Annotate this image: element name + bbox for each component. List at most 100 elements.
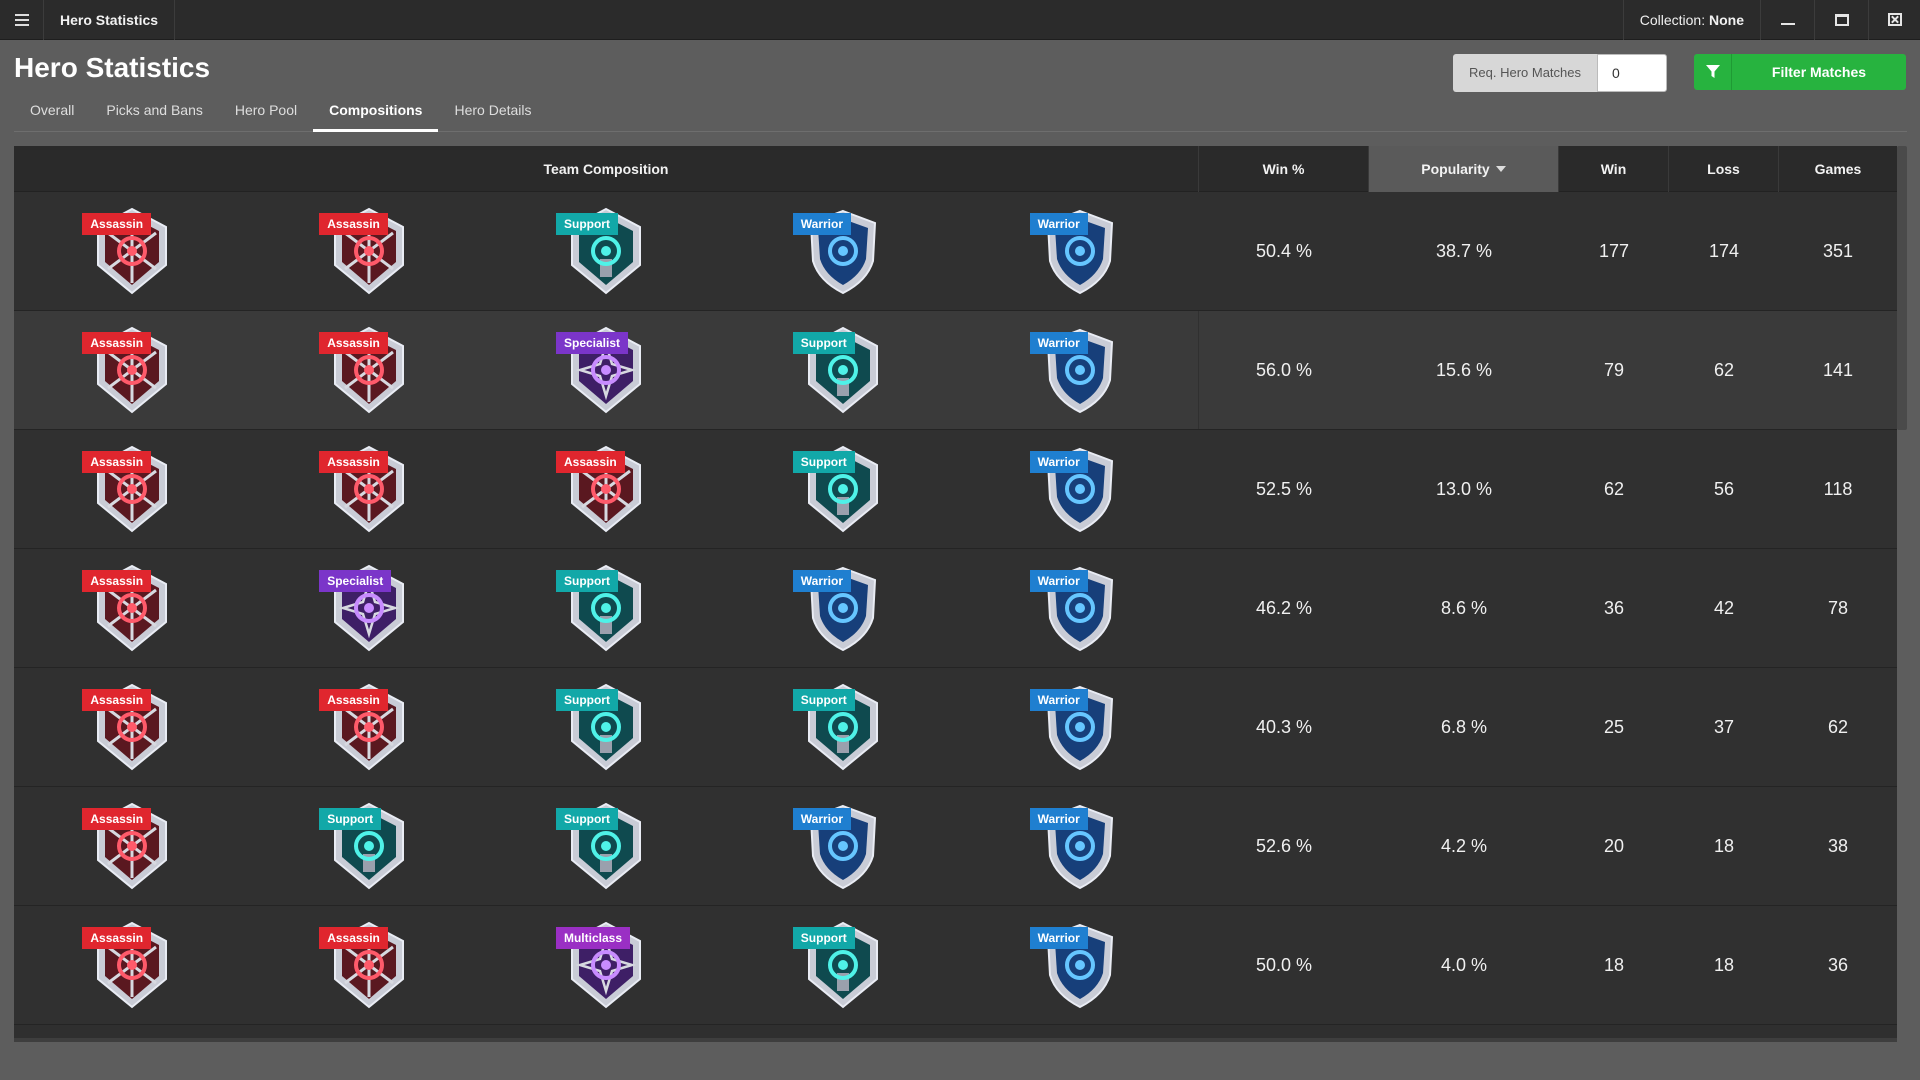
warrior-crest-icon: Warrior: [1029, 796, 1130, 896]
assassin-crest-icon: Assassin: [82, 677, 182, 777]
menu-icon[interactable]: [0, 0, 44, 40]
win-pct-cell: 46.2 %: [1255, 597, 1313, 618]
support-crest-icon: Support: [319, 796, 419, 896]
assassin-crest-icon: Assassin: [82, 320, 182, 420]
req-hero-matches-group: Req. Hero Matches: [1453, 54, 1667, 92]
role-slot: Support: [724, 430, 961, 548]
warrior-crest-icon: Warrior: [1029, 439, 1130, 539]
games-cell: 351: [1822, 240, 1854, 261]
specialist-crest-icon: Specialist: [555, 320, 656, 420]
filter-matches-button[interactable]: Filter Matches: [1694, 54, 1906, 90]
role-slot: Assassin: [251, 192, 488, 310]
warrior-crest-icon: Warrior: [1029, 677, 1130, 777]
minimize-button[interactable]: [1761, 0, 1815, 40]
loss-cell: 37: [1713, 716, 1735, 737]
team-composition-cell: Assassin Assassin Multiclass Support Warrior: [14, 906, 1199, 1024]
games-cell: 36: [1827, 954, 1849, 975]
req-hero-matches-input[interactable]: [1597, 54, 1667, 92]
role-tag: Support: [792, 451, 855, 473]
role-tag: Warrior: [792, 213, 852, 235]
role-slot: Warrior: [961, 192, 1198, 310]
role-tag: Assassin: [555, 451, 625, 473]
assassin-crest-icon: Assassin: [82, 558, 182, 658]
games-cell: 118: [1823, 478, 1853, 499]
role-slot: Support: [251, 787, 488, 905]
team-composition-cell: Assassin Support Support Warrior Warrior: [14, 787, 1199, 905]
loss-cell: 18: [1713, 835, 1735, 856]
role-tag: Assassin: [82, 451, 152, 473]
support-crest-icon: Support: [555, 796, 656, 896]
table-row[interactable]: Assassin Assassin Multiclass Support Warrior…: [14, 906, 1897, 1025]
multiclass-crest-icon: Multiclass: [555, 915, 656, 1015]
assassin-crest-icon: Assassin: [319, 915, 419, 1015]
maximize-button[interactable]: [1815, 0, 1869, 40]
win-pct-cell: 52.5 %: [1255, 478, 1313, 499]
popularity-cell: 38.7 %: [1435, 240, 1493, 261]
support-crest-icon: Support: [555, 677, 656, 777]
filter-matches-label: Filter Matches: [1771, 64, 1867, 80]
role-slot: Support: [724, 668, 961, 786]
role-tag: Support: [792, 332, 855, 354]
role-slot: Warrior: [724, 787, 961, 905]
col-win[interactable]: Win: [1559, 146, 1669, 192]
role-slot: Warrior: [961, 906, 1198, 1024]
role-slot: Warrior: [724, 549, 961, 667]
role-tag: Assassin: [319, 451, 388, 473]
support-crest-icon: Support: [555, 201, 656, 301]
role-tag: Warrior: [792, 570, 852, 592]
role-slot: Assassin: [14, 787, 251, 905]
maximize-icon: [1834, 13, 1849, 26]
table-row[interactable]: Assassin Assassin Support Support Warrior 40.…: [14, 668, 1897, 787]
collection-label: Collection:: [1639, 11, 1706, 28]
table-header: Team Composition Win % Popularity Win Lo…: [14, 146, 1897, 192]
role-tag: Specialist: [319, 570, 392, 592]
support-crest-icon: Support: [792, 439, 893, 539]
popularity-cell: 4.0 %: [1440, 954, 1488, 975]
table-row[interactable]: Assassin Assassin Specialist Support Warrior…: [14, 311, 1897, 430]
role-tag: Assassin: [82, 570, 152, 592]
tab-overall[interactable]: Overall: [14, 96, 90, 132]
tab-hero-details[interactable]: Hero Details: [438, 96, 547, 132]
loss-cell: 42: [1713, 597, 1735, 618]
warrior-crest-icon: Warrior: [792, 796, 893, 896]
compositions-table: Team Composition Win % Popularity Win Lo…: [14, 146, 1897, 1038]
role-tag: Warrior: [1029, 570, 1088, 592]
table-scrollbar[interactable]: [1897, 146, 1907, 430]
table-row[interactable]: Assassin Support Support Warrior Warrior 52.6…: [14, 787, 1897, 906]
tab-compositions[interactable]: Compositions: [313, 96, 439, 132]
role-slot: Warrior: [724, 192, 961, 310]
role-tag: Assassin: [82, 927, 152, 949]
tab-hero-pool[interactable]: Hero Pool: [219, 96, 313, 132]
table-row[interactable]: Assassin Specialist Support Warrior Warrior 4…: [14, 549, 1897, 668]
col-win-pct[interactable]: Win %: [1199, 146, 1369, 192]
role-slot: Warrior: [961, 787, 1198, 905]
role-tag: Assassin: [319, 927, 388, 949]
win-cell: 25: [1603, 716, 1625, 737]
tab-picks-and-bans[interactable]: Picks and Bans: [90, 96, 219, 132]
collection-selector[interactable]: Collection: None: [1622, 0, 1761, 40]
app-title: Hero Statistics: [44, 0, 176, 40]
table-row[interactable]: Assassin Assassin Support Warrior Warrior 50.…: [14, 192, 1897, 311]
req-hero-matches-label: Req. Hero Matches: [1453, 54, 1597, 92]
assassin-crest-icon: Assassin: [82, 201, 182, 301]
assassin-crest-icon: Assassin: [319, 201, 419, 301]
loss-cell: 18: [1713, 954, 1735, 975]
role-slot: Support: [488, 192, 725, 310]
table-row[interactable]: Assassin Assassin Assassin Support Warrior 52…: [14, 430, 1897, 549]
assassin-crest-icon: Assassin: [319, 677, 419, 777]
role-tag: Specialist: [555, 332, 629, 354]
win-pct-cell: 50.0 %: [1255, 954, 1313, 975]
role-tag: Warrior: [1029, 927, 1088, 949]
col-popularity[interactable]: Popularity: [1369, 146, 1559, 192]
assassin-crest-icon: Assassin: [82, 796, 182, 896]
col-games[interactable]: Games: [1779, 146, 1897, 192]
col-loss[interactable]: Loss: [1669, 146, 1779, 192]
col-team-composition[interactable]: Team Composition: [14, 146, 1199, 192]
close-button[interactable]: [1869, 0, 1920, 40]
sort-desc-icon: [1495, 166, 1506, 172]
title-bar: Hero Statistics Collection: None: [0, 0, 1920, 40]
role-tag: Support: [555, 808, 618, 830]
loss-cell: 56: [1713, 478, 1735, 499]
role-slot: Support: [724, 906, 961, 1024]
role-slot: Assassin: [14, 311, 251, 429]
